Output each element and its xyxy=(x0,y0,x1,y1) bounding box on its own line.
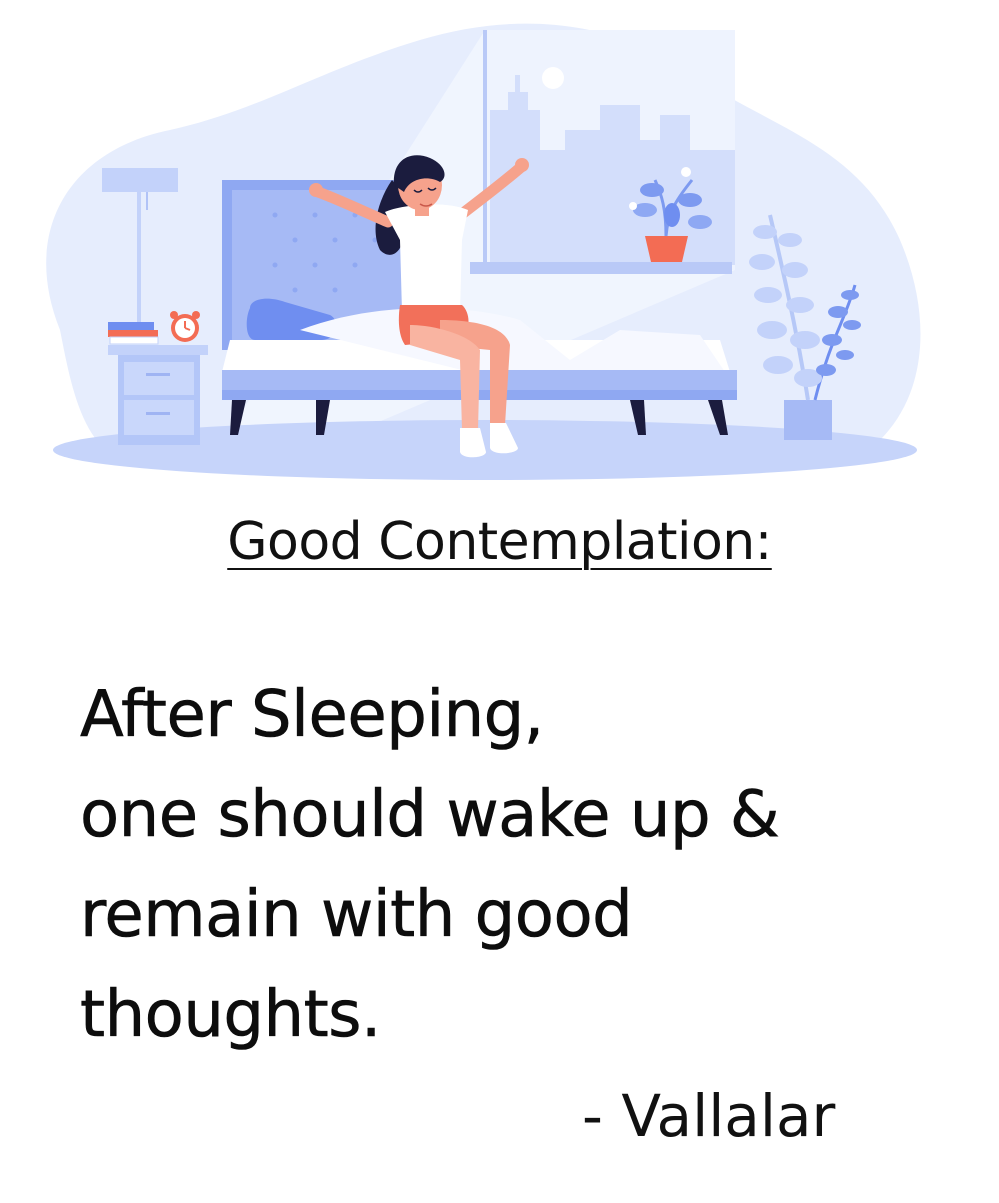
quote-card: Good Contemplation: After Sleeping, one … xyxy=(0,0,999,1203)
quote-line: thoughts. xyxy=(80,978,382,1053)
heading-container: Good Contemplation: xyxy=(0,512,999,572)
quote-line: After Sleeping, xyxy=(80,678,545,753)
quote-text: After Sleeping, one should wake up & rem… xyxy=(80,665,960,1065)
quote-line: one should wake up & xyxy=(80,778,780,853)
moon-icon xyxy=(542,67,564,89)
quote-author: - Vallalar xyxy=(582,1082,836,1150)
heading: Good Contemplation: xyxy=(227,512,772,572)
nightstand xyxy=(108,311,208,445)
window xyxy=(470,30,735,274)
bedroom-illustration xyxy=(46,23,921,480)
quote-line: remain with good xyxy=(80,878,633,953)
